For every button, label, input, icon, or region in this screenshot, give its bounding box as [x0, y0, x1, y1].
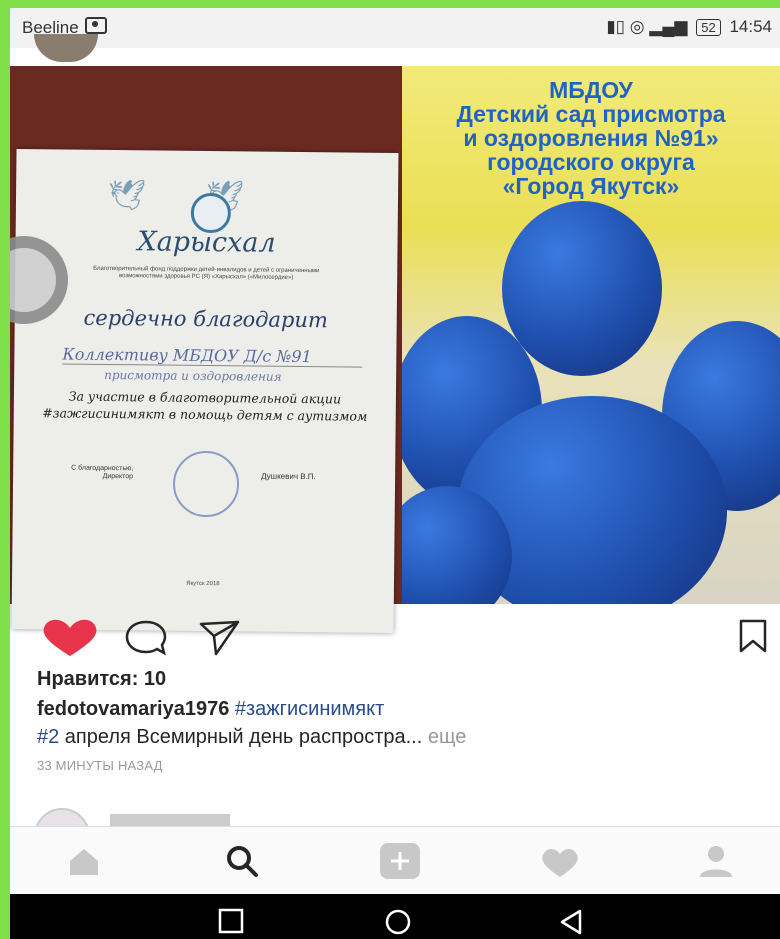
- post-username[interactable]: fedotovamariya1976: [37, 698, 229, 720]
- certificate-city: Якутск 2018: [186, 580, 220, 588]
- certificate: 🕊🕊 Харысхал Благотворительный фонд подде…: [11, 149, 399, 633]
- clock: 14:54: [729, 17, 772, 36]
- caption-line-2: #2 апреля Всемирный день распростра... е…: [37, 726, 466, 749]
- battery-indicator: 52: [696, 19, 721, 36]
- status-right: ▮▯ ◎ ▂▄▆ 52 14:54: [606, 17, 772, 37]
- back-icon[interactable]: [558, 908, 584, 936]
- caption-hashtag[interactable]: #2: [37, 726, 59, 748]
- screenshot-icon: [84, 17, 107, 34]
- post-actions: [10, 608, 780, 660]
- banner-line-2: Детский сад присмотра: [456, 101, 726, 127]
- likes-count[interactable]: Нравится: 10: [37, 668, 166, 691]
- signature-name: Душкевич В.П.: [261, 471, 316, 482]
- phone-screen: Beeline ▮▯ ◎ ▂▄▆ 52 14:54 🕊🕊 Харысхал Бл…: [10, 8, 780, 939]
- banner-line-3: и оздоровления №91»: [463, 125, 719, 151]
- certificate-thanks: сердечно благодарит: [83, 305, 328, 333]
- search-icon[interactable]: [224, 843, 260, 879]
- bookmark-icon[interactable]: [738, 618, 768, 654]
- system-nav-bar: [10, 894, 780, 939]
- balloons-photo: МБДОУ Детский сад присмотра и оздоровлен…: [402, 66, 780, 604]
- signature-left-2: Директор: [102, 472, 134, 481]
- banner-line-1: МБДОУ: [549, 77, 633, 103]
- hashtag-link[interactable]: #зажгисинимякт: [235, 698, 384, 720]
- caption-text: апреля Всемирный день распростра...: [59, 726, 423, 748]
- banner-line-5: «Город Якутск»: [502, 173, 680, 199]
- stamp-seal: [172, 450, 240, 518]
- signature-left: С благодарностью, Директор: [71, 465, 133, 482]
- activity-heart-icon[interactable]: [538, 845, 582, 881]
- status-bar: Beeline ▮▯ ◎ ▂▄▆ 52 14:54: [10, 8, 780, 48]
- participation-line-2: #зажгисинимякт в помощь детям с аутизмом: [42, 405, 368, 424]
- home-button-icon[interactable]: [384, 908, 412, 936]
- bottom-nav: [10, 826, 780, 895]
- profile-icon[interactable]: [698, 845, 734, 879]
- next-post-avatar[interactable]: [34, 808, 90, 826]
- home-icon[interactable]: [66, 845, 102, 877]
- comment-icon[interactable]: [124, 618, 168, 658]
- banner-text: МБДОУ Детский сад присмотра и оздоровлен…: [402, 78, 780, 198]
- certificate-title: Харысхал: [137, 226, 276, 259]
- next-post-username[interactable]: [110, 814, 230, 826]
- signal-icons: ▮▯ ◎ ▂▄▆: [606, 17, 688, 36]
- certificate-recipient: Коллективу МБДОУ Д/с №91: [62, 344, 363, 368]
- new-post-icon[interactable]: [378, 841, 422, 881]
- post-image[interactable]: 🕊🕊 Харысхал Благотворительный фонд подде…: [10, 66, 780, 633]
- share-icon[interactable]: [198, 618, 242, 658]
- post-time: 33 МИНУТЫ НАЗАД: [37, 758, 163, 773]
- caption-line-1: fedotovamariya1976 #зажгисинимякт: [37, 698, 384, 721]
- more-link[interactable]: еще: [422, 726, 467, 748]
- recent-apps-icon[interactable]: [218, 908, 244, 934]
- post-author-avatar[interactable]: [34, 34, 98, 62]
- like-heart-icon[interactable]: [38, 618, 102, 658]
- certificate-recipient-2: присмотра и оздоровления: [104, 367, 282, 384]
- certificate-photo: 🕊🕊 Харысхал Благотворительный фонд подде…: [10, 66, 402, 633]
- next-post-header: [10, 808, 780, 826]
- certificate-foundation-text: Благотворительный фонд поддержки детей-и…: [93, 265, 320, 281]
- balloon: [502, 201, 662, 376]
- certificate-participation: За участие в благотворительной акции #за…: [14, 387, 396, 425]
- banner-line-4: городского округа: [487, 149, 695, 175]
